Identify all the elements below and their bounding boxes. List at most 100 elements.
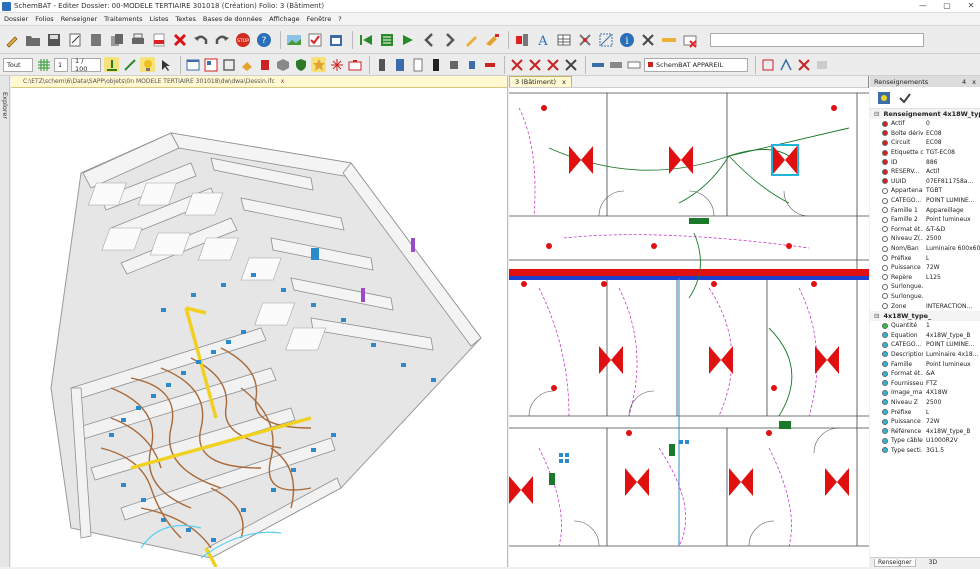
property-value[interactable]: Luminaire 600x600 <box>923 245 980 252</box>
property-row[interactable]: UUID 07EF811758a... <box>870 177 980 187</box>
minimize-button[interactable]: — <box>918 1 928 10</box>
draw-line-icon[interactable] <box>122 57 137 72</box>
building-3d-model[interactable] <box>11 88 508 568</box>
collapse-type-icon[interactable]: ⊟ <box>874 312 879 320</box>
redo-icon[interactable] <box>213 31 231 49</box>
property-row[interactable]: CATEGO... POINT LUMINE... <box>870 196 980 206</box>
select-area-icon[interactable] <box>597 31 615 49</box>
menu-bases-de-donnees[interactable]: Bases de données <box>203 15 262 23</box>
menu-fenetre[interactable]: Fenêtre <box>307 15 332 23</box>
menu-affichage[interactable]: Affichage <box>269 15 300 23</box>
cut-all-icon[interactable] <box>563 57 578 72</box>
floor-icon[interactable] <box>608 57 623 72</box>
calendar-icon[interactable] <box>327 31 345 49</box>
property-value[interactable]: L125 <box>923 274 941 281</box>
text-tool-icon[interactable]: A <box>534 31 552 49</box>
maximize-button[interactable]: ▢ <box>942 1 952 10</box>
property-value[interactable]: EC08 <box>923 130 942 137</box>
tab-renseigner[interactable]: Renseigner <box>874 558 916 567</box>
property-row[interactable]: Préfixe L <box>870 253 980 263</box>
menu-folios[interactable]: Folios <box>35 15 53 23</box>
property-value[interactable]: 0 <box>923 120 930 127</box>
property-value[interactable]: 4x18W_type_B <box>923 428 970 435</box>
notes-icon[interactable] <box>66 31 84 49</box>
document-icon[interactable] <box>87 31 105 49</box>
property-value[interactable]: 72W <box>923 264 940 271</box>
connector-icon[interactable] <box>446 57 461 72</box>
plug-icon[interactable] <box>464 57 479 72</box>
image-icon[interactable] <box>285 31 303 49</box>
property-row[interactable]: Fournisseur FTZ <box>870 378 980 388</box>
appareil-select[interactable]: SchemBAT APPAREIL <box>644 57 748 72</box>
property-row[interactable]: Zone INTERACTION... <box>870 301 980 311</box>
rack-icon[interactable] <box>428 57 443 72</box>
book-icon[interactable] <box>257 57 272 72</box>
property-row[interactable]: Type câble U1000R2V <box>870 436 980 446</box>
measure-icon[interactable] <box>660 31 678 49</box>
collapse-icon[interactable]: ⊟ <box>874 110 879 118</box>
edit-icon[interactable] <box>3 31 21 49</box>
cursor-icon[interactable] <box>158 57 173 72</box>
property-value[interactable]: Point lumineux <box>923 216 971 223</box>
properties-section-instance[interactable]: ⊟ Renseignement 4x18W_type_B <box>870 109 980 119</box>
property-value[interactable]: POINT LUMINE... <box>923 197 975 204</box>
stamp-icon[interactable] <box>239 57 254 72</box>
lightbulb-icon[interactable] <box>140 57 155 72</box>
property-value[interactable]: POINT LUMINE... <box>923 341 975 348</box>
pdf-icon[interactable] <box>150 31 168 49</box>
explorer-sidebar[interactable]: Explorer <box>0 76 10 567</box>
previous-icon[interactable] <box>420 31 438 49</box>
star-tool-icon[interactable] <box>311 57 326 72</box>
delete-icon[interactable] <box>171 31 189 49</box>
check-list-icon[interactable] <box>306 31 324 49</box>
property-value[interactable]: 886 <box>923 159 937 166</box>
property-value[interactable]: U1000R2V <box>923 437 958 444</box>
property-value[interactable]: Point lumineux <box>923 361 971 368</box>
property-row[interactable]: Nom/Ban Luminaire 600x600 <box>870 244 980 254</box>
property-value[interactable]: 72W <box>923 418 940 425</box>
scale-field[interactable]: 1 / 100 <box>71 57 101 73</box>
property-row[interactable]: Format ét... &A <box>870 369 980 379</box>
layer-icon[interactable] <box>626 57 641 72</box>
help-icon[interactable]: ? <box>255 31 273 49</box>
property-row[interactable]: ID 886 <box>870 157 980 167</box>
property-value[interactable]: L <box>923 255 929 262</box>
property-value[interactable]: L <box>923 409 929 416</box>
play-icon[interactable] <box>399 31 417 49</box>
table-icon[interactable] <box>555 31 573 49</box>
cut-red-icon[interactable] <box>796 57 811 72</box>
panel-icon[interactable] <box>374 57 389 72</box>
property-value[interactable]: INTERACTION... <box>923 303 972 310</box>
property-row[interactable]: Boîte dériv...EC08 <box>870 129 980 139</box>
plan-tab[interactable]: 3 (Bâtiment) x <box>509 76 572 87</box>
grid-icon[interactable] <box>36 57 51 72</box>
property-row[interactable]: Référence 4x18W_type_B <box>870 426 980 436</box>
undo-icon[interactable] <box>192 31 210 49</box>
close-3d-tab-button[interactable]: x <box>281 78 285 85</box>
property-value[interactable]: Luminaire 4x18... <box>923 351 978 358</box>
property-value[interactable]: 2500 <box>923 235 941 242</box>
open-folder-icon[interactable] <box>24 31 42 49</box>
page-list-icon[interactable] <box>378 31 396 49</box>
property-row[interactable]: Format ét... &T-&D <box>870 225 980 235</box>
property-value[interactable]: FTZ <box>923 380 937 387</box>
property-value[interactable]: 2500 <box>923 399 941 406</box>
search-input[interactable] <box>710 32 924 47</box>
property-value[interactable]: &A <box>923 370 935 377</box>
first-page-icon[interactable] <box>357 31 375 49</box>
property-row[interactable]: Famille 1 Appareillage <box>870 205 980 215</box>
cut-wire-icon[interactable] <box>527 57 542 72</box>
hide-icon[interactable] <box>814 57 829 72</box>
property-value[interactable]: 3G1.5 <box>923 447 944 454</box>
property-value[interactable]: 1 <box>923 322 930 329</box>
stop-icon[interactable]: STOP <box>234 31 252 49</box>
insert-symbol-icon[interactable] <box>513 31 531 49</box>
pin-button[interactable]: 4 <box>962 78 966 86</box>
ceiling-icon[interactable] <box>590 57 605 72</box>
property-value[interactable]: &T-&D <box>923 226 945 233</box>
view-3d-tab[interactable]: C:\ETZ\schem\6\Data\SAPP\objets\0n MODEL… <box>11 76 507 88</box>
align-icon[interactable] <box>104 57 119 72</box>
info-icon[interactable]: i <box>618 31 636 49</box>
cable-icon[interactable] <box>482 57 497 72</box>
copy-icon[interactable] <box>108 31 126 49</box>
